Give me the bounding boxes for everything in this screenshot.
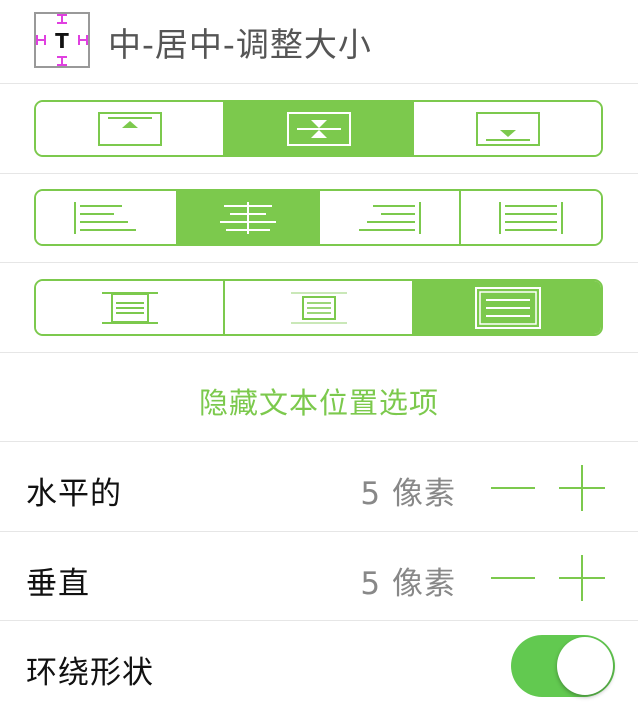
vertical-padding-row: 垂直 5 像素 (0, 532, 638, 621)
align-center-icon (219, 201, 276, 234)
top-align-icon (97, 111, 162, 146)
text-alignment-row (0, 174, 638, 263)
page-title: 中-居中-调整大小 (108, 25, 372, 64)
horizontal-padding-value: 5 像素 (360, 476, 456, 512)
text-position-icon: T (34, 12, 90, 68)
segment-align-left[interactable] (36, 191, 178, 244)
fit-mode-control (34, 279, 603, 336)
align-right-icon (359, 201, 422, 234)
text-alignment-control (34, 189, 603, 246)
fit-frame-icon (474, 286, 541, 329)
vertical-increment-button[interactable] (559, 555, 605, 601)
toggle-knob (557, 637, 613, 695)
hide-text-position-button[interactable]: 隐藏文本位置选项 (0, 380, 638, 422)
segment-fit-frame[interactable] (414, 281, 601, 334)
segment-fit-expand[interactable] (36, 281, 225, 334)
title-row: T 中-居中-调整大小 (0, 0, 638, 84)
wrap-shape-label: 环绕形状 (26, 655, 154, 691)
bottom-align-icon (475, 111, 540, 146)
wrap-shape-toggle[interactable] (511, 635, 615, 697)
segment-align-right[interactable] (319, 191, 462, 244)
segment-align-center[interactable] (177, 191, 320, 244)
text-glyph: T (55, 29, 69, 53)
segment-fit-shrink[interactable] (225, 281, 414, 334)
horizontal-decrement-button[interactable] (491, 487, 535, 489)
horizontal-padding-row: 水平的 5 像素 (0, 442, 638, 532)
align-justify-icon (499, 201, 564, 234)
vertical-position-row (0, 84, 638, 174)
segment-top[interactable] (36, 102, 225, 155)
segment-align-justify[interactable] (461, 191, 601, 244)
middle-align-icon (286, 111, 351, 146)
align-left-icon (73, 201, 136, 234)
hide-text-position-row: 隐藏文本位置选项 (0, 353, 638, 442)
fit-shrink-icon (290, 291, 347, 324)
segment-middle[interactable] (225, 102, 414, 155)
horizontal-padding-label: 水平的 (26, 476, 122, 512)
vertical-padding-label: 垂直 (26, 566, 90, 602)
vertical-position-control (34, 100, 603, 157)
fit-expand-icon (101, 291, 158, 324)
fit-mode-row (0, 263, 638, 353)
wrap-shape-row: 环绕形状 (0, 621, 638, 703)
segment-bottom[interactable] (414, 102, 601, 155)
vertical-decrement-button[interactable] (491, 577, 535, 579)
horizontal-increment-button[interactable] (559, 465, 605, 511)
vertical-padding-value: 5 像素 (360, 566, 456, 602)
